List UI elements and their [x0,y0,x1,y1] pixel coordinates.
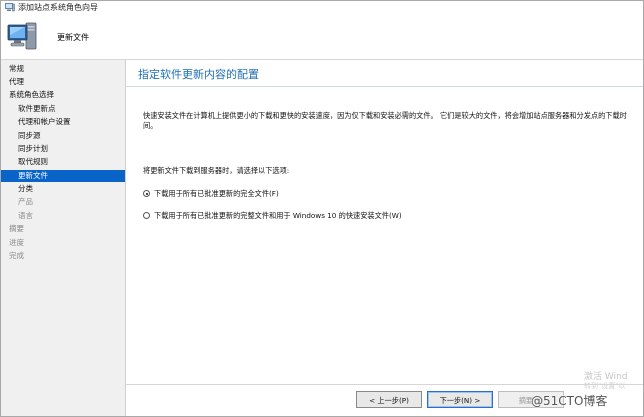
full-files-option-label[interactable]: 下载用于所有已批准更新的完全文件(F) [154,188,279,200]
computer-icon [5,3,15,12]
wizard-header: 更新文件 [1,15,643,60]
sidebar-item-completion: 完成 [9,251,24,260]
sidebar-item-proxy-account[interactable]: 代理和帐户设置 [1,116,125,128]
sidebar-item-sync-source[interactable]: 同步源 [1,130,125,142]
sidebar-item-role-selection[interactable]: 系统角色选择 [1,89,125,101]
description-text: 快速安装文件在计算机上提供更小的下载和更快的安装速度，因为仅下载和安装必需的文件… [143,111,627,130]
sidebar-item-software-update-point[interactable]: 软件更新点 [1,103,125,115]
wizard-content: 指定软件更新内容的配置 快速安装文件在计算机上提供更小的下载和更快的安装速度，因… [126,60,643,384]
wizard-steps-sidebar: 常规 代理 系统角色选择 软件更新点 代理和帐户设置 同步源 同步计划 取代规则… [1,60,126,416]
next-button[interactable]: 下一步(N) > [427,391,493,408]
radio-button-checked[interactable] [143,190,150,197]
sidebar-item-products: 产品 [18,197,33,206]
sidebar-item-general[interactable]: 常规 [1,63,125,75]
sidebar-item-summary: 摘要 [9,224,24,233]
wizard-window: 添加站点系统角色向导 更新文件 常规 代理 系统角色选择 软件更新点 代理和帐户… [0,0,644,417]
download-option-prompt: 将更新文件下载到服务器时，请选择以下选项: [143,166,290,175]
express-files-option-label[interactable]: 下载用于所有已批准更新的完整文件和用于 Windows 10 的快速安装文件(W… [154,210,402,222]
content-heading: 指定软件更新内容的配置 [138,68,259,81]
sidebar-item-languages: 语言 [18,211,33,220]
sidebar-item-sync-schedule[interactable]: 同步计划 [1,143,125,155]
sidebar-item-supersedence[interactable]: 取代规则 [1,156,125,168]
computer-icon [7,22,37,50]
sidebar-item-proxy[interactable]: 代理 [1,76,125,88]
activation-watermark-subtext: 转到"设置"以 [584,382,626,390]
title-bar: 添加站点系统角色向导 [1,1,643,15]
heading-divider [126,86,643,87]
blog-watermark: @51CTO博客 [531,394,608,408]
sidebar-item-progress: 进度 [9,238,24,247]
sidebar-item-classifications[interactable]: 分类 [1,183,125,195]
sidebar-item-update-files[interactable]: 更新文件 [1,170,125,182]
previous-button[interactable]: < 上一步(P) [356,391,422,408]
radio-button[interactable] [143,212,150,219]
page-title: 更新文件 [57,33,89,42]
window-title: 添加站点系统角色向导 [18,3,98,12]
